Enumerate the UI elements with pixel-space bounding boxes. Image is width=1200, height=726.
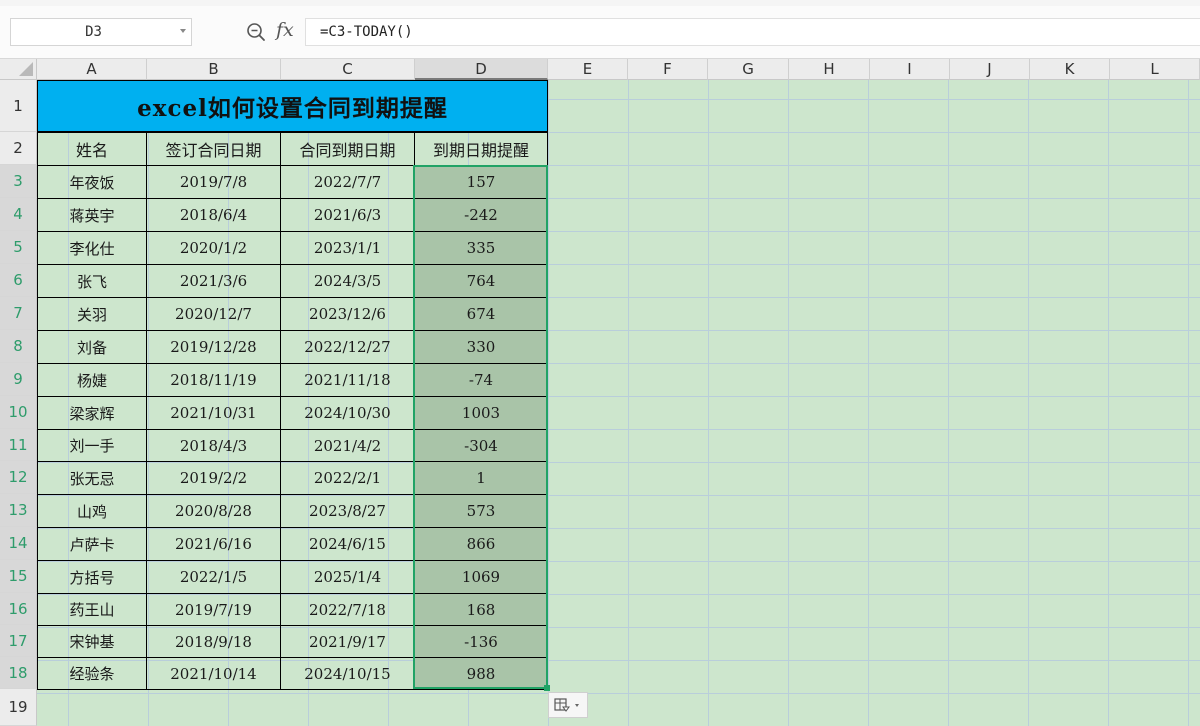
table-cell[interactable]: 张无忌 — [37, 461, 147, 495]
table-cell[interactable]: 2021/4/2 — [280, 429, 415, 462]
header-cell[interactable]: 合同到期日期 — [280, 132, 415, 166]
row-header-13[interactable]: 13 — [0, 494, 37, 527]
table-cell[interactable]: 2020/1/2 — [146, 231, 281, 265]
table-cell[interactable]: 2024/10/15 — [280, 657, 415, 690]
row-header-16[interactable]: 16 — [0, 593, 37, 625]
header-cell[interactable]: 签订合同日期 — [146, 132, 281, 166]
table-cell[interactable]: 2018/6/4 — [146, 198, 281, 232]
table-cell[interactable]: 2018/11/19 — [146, 363, 281, 397]
table-cell[interactable]: 2023/1/1 — [280, 231, 415, 265]
table-cell[interactable]: 2021/6/3 — [280, 198, 415, 232]
row-header-11[interactable]: 11 — [0, 429, 37, 461]
table-cell[interactable]: 张飞 — [37, 264, 147, 298]
name-box[interactable]: D3 — [10, 18, 192, 46]
table-cell[interactable]: 宋钟基 — [37, 625, 147, 658]
fill-handle[interactable] — [544, 685, 550, 691]
row-header-18[interactable]: 18 — [0, 657, 37, 689]
formula-input[interactable]: =C3-TODAY() — [305, 18, 1200, 46]
table-cell[interactable]: 年夜饭 — [37, 165, 147, 199]
insert-function-button[interactable]: fx — [276, 19, 294, 41]
row-header-19[interactable]: 19 — [0, 689, 37, 726]
column-header-a[interactable]: A — [37, 59, 147, 80]
table-cell[interactable]: 2021/10/31 — [146, 396, 281, 430]
row-header-17[interactable]: 17 — [0, 625, 37, 657]
table-cell[interactable]: 2021/9/17 — [280, 625, 415, 658]
table-cell[interactable]: 2023/8/27 — [280, 494, 415, 528]
column-header-l[interactable]: L — [1110, 59, 1200, 80]
formula-bar: D3 fx =C3-TODAY() — [0, 6, 1200, 59]
table-cell[interactable]: 2021/3/6 — [146, 264, 281, 298]
table-cell[interactable]: 梁家辉 — [37, 396, 147, 430]
row-header-3[interactable]: 3 — [0, 165, 37, 198]
header-cell[interactable]: 到期日期提醒 — [414, 132, 548, 166]
table-cell[interactable]: 李化仕 — [37, 231, 147, 265]
table-cell[interactable]: 杨婕 — [37, 363, 147, 397]
table-cell[interactable]: 2022/2/1 — [280, 461, 415, 495]
column-header-i[interactable]: I — [870, 59, 950, 80]
column-header-g[interactable]: G — [708, 59, 789, 80]
table-cell[interactable]: 2021/10/14 — [146, 657, 281, 690]
table-cell[interactable]: 刘一手 — [37, 429, 147, 462]
table-cell[interactable]: 2024/10/30 — [280, 396, 415, 430]
table-cell[interactable]: 2018/9/18 — [146, 625, 281, 658]
column-header-k[interactable]: K — [1030, 59, 1110, 80]
table-cell[interactable]: 2019/7/8 — [146, 165, 281, 199]
quick-analysis-icon — [554, 698, 579, 712]
table-cell[interactable]: 2021/6/16 — [146, 527, 281, 561]
select-all-triangle-icon — [19, 62, 33, 76]
table-cell[interactable]: 2019/2/2 — [146, 461, 281, 495]
table-cell[interactable]: 方括号 — [37, 560, 147, 594]
column-header-b[interactable]: B — [147, 59, 281, 80]
column-header-c[interactable]: C — [281, 59, 415, 80]
row-header-5[interactable]: 5 — [0, 231, 37, 264]
quick-analysis-button[interactable] — [548, 692, 588, 718]
header-cell[interactable]: 姓名 — [37, 132, 147, 166]
table-cell[interactable]: 蒋英宇 — [37, 198, 147, 232]
table-cell[interactable]: 2020/8/28 — [146, 494, 281, 528]
table-cell[interactable]: 2023/12/6 — [280, 297, 415, 331]
column-header-d[interactable]: D — [415, 59, 548, 80]
chevron-down-icon[interactable] — [180, 29, 186, 33]
name-box-value[interactable]: D3 — [11, 19, 176, 45]
row-header-15[interactable]: 15 — [0, 560, 37, 593]
table-cell[interactable]: 2019/12/28 — [146, 330, 281, 364]
sheet-title-cell[interactable]: excel如何设置合同到期提醒 — [37, 80, 548, 132]
table-cell[interactable]: 2024/3/5 — [280, 264, 415, 298]
table-cell[interactable]: 2022/1/5 — [146, 560, 281, 594]
table-cell[interactable]: 2022/12/27 — [280, 330, 415, 364]
table-cell[interactable]: 刘备 — [37, 330, 147, 364]
row-header-12[interactable]: 12 — [0, 461, 37, 494]
row-header-7[interactable]: 7 — [0, 297, 37, 330]
table-cell[interactable]: 2025/1/4 — [280, 560, 415, 594]
table-cell[interactable]: 经验条 — [37, 657, 147, 690]
column-header-e[interactable]: E — [548, 59, 628, 80]
table-cell[interactable]: 卢萨卡 — [37, 527, 147, 561]
select-all-button[interactable] — [0, 59, 37, 80]
row-header-4[interactable]: 4 — [0, 198, 37, 231]
row-header-1[interactable]: 1 — [0, 80, 37, 132]
table-cell[interactable]: 2018/4/3 — [146, 429, 281, 462]
zoom-formula-icon[interactable] — [246, 22, 266, 42]
table-cell[interactable]: 2019/7/19 — [146, 593, 281, 626]
table-cell[interactable]: 2021/11/18 — [280, 363, 415, 397]
table-cell[interactable]: 关羽 — [37, 297, 147, 331]
column-header-j[interactable]: J — [950, 59, 1030, 80]
column-header-f[interactable]: F — [628, 59, 708, 80]
column-header-h[interactable]: H — [789, 59, 870, 80]
table-cell[interactable]: 2022/7/18 — [280, 593, 415, 626]
table-cell[interactable]: 2020/12/7 — [146, 297, 281, 331]
table-cell[interactable]: 山鸡 — [37, 494, 147, 528]
row-header-2[interactable]: 2 — [0, 132, 37, 165]
table-cell[interactable]: 2022/7/7 — [280, 165, 415, 199]
selection-range-border — [413, 165, 548, 689]
table-cell[interactable]: 药王山 — [37, 593, 147, 626]
row-header-8[interactable]: 8 — [0, 330, 37, 363]
row-header-9[interactable]: 9 — [0, 363, 37, 396]
table-cell[interactable]: 2024/6/15 — [280, 527, 415, 561]
row-header-14[interactable]: 14 — [0, 527, 37, 560]
row-header-6[interactable]: 6 — [0, 264, 37, 297]
row-header-10[interactable]: 10 — [0, 396, 37, 429]
